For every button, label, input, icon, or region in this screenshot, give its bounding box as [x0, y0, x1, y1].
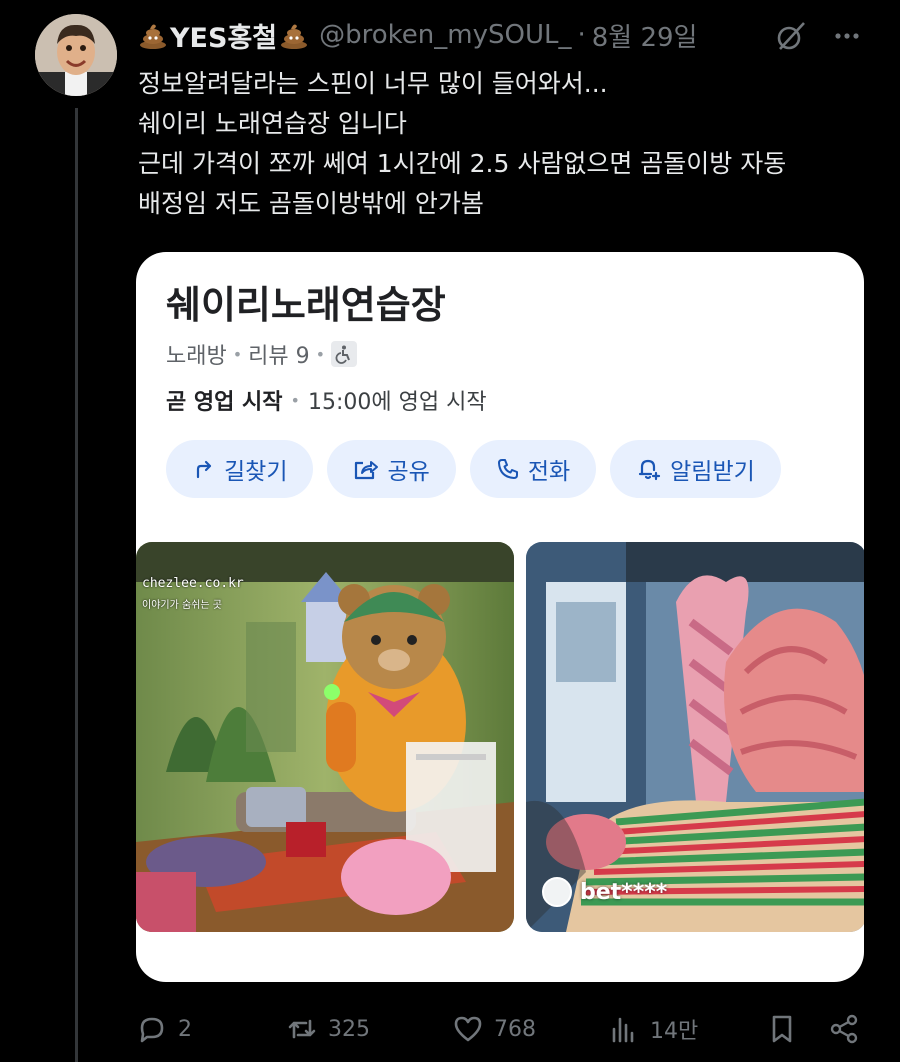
place-actions: 길찾기 공유 전화 알림받기: [166, 440, 781, 498]
engagement-bar: 2 325 768 14만: [136, 1006, 876, 1052]
share-icon: [355, 461, 379, 480]
meta-separator: •: [315, 344, 326, 364]
views-count: 14만: [650, 1019, 699, 1044]
more-icon[interactable]: [830, 19, 864, 53]
directions-icon: [196, 460, 212, 479]
retweet-icon: [288, 1019, 316, 1039]
thread-line: [75, 108, 78, 1062]
place-photo-shell-room[interactable]: bet****: [526, 542, 864, 932]
notify-label: 알림받기: [670, 459, 755, 485]
share-button[interactable]: 공유: [327, 440, 456, 498]
bookmark-icon: [772, 1015, 792, 1043]
call-button[interactable]: 전화: [469, 440, 597, 498]
like-count: 768: [494, 1016, 536, 1042]
poop-emoji-icon: [138, 20, 168, 50]
avatar[interactable]: [35, 14, 117, 96]
share-network-button[interactable]: [828, 1006, 860, 1052]
tweet-header: YES홍철 @broken_mySOUL_ · 8월 29일: [138, 16, 878, 54]
reviewer-name: bet****: [580, 879, 668, 905]
retweet-count: 325: [328, 1016, 370, 1042]
hours-detail: 15:00에 영업 시작: [307, 390, 487, 415]
accessibility-icon: [331, 341, 358, 367]
views-button[interactable]: 14만: [608, 1006, 698, 1052]
separator-dot: ·: [577, 20, 586, 50]
photo-watermark: chezlee.co.kr: [142, 576, 244, 591]
views-icon: [612, 1017, 634, 1043]
tweet-line: 쉐이리 노래연습장 입니다: [138, 109, 407, 138]
photo-reviewer: bet****: [542, 877, 667, 907]
like-button[interactable]: 768: [452, 1006, 536, 1052]
retweet-button[interactable]: 325: [286, 1006, 370, 1052]
meta-separator: •: [232, 344, 243, 364]
tweet-line: 근데 가격이 쪼까 쎄여 1시간에 2.5 사람없으면 곰돌이방 자동: [138, 149, 787, 178]
like-icon: [454, 1016, 482, 1042]
phone-icon: [497, 459, 518, 479]
poop-emoji-icon: [279, 20, 309, 50]
place-title: 쉐이리노래연습장: [166, 283, 446, 327]
user-handle[interactable]: @broken_mySOUL_: [319, 20, 571, 50]
share-label: 공유: [387, 459, 430, 485]
bookmark-button[interactable]: [766, 1006, 798, 1052]
reply-count: 2: [178, 1016, 192, 1042]
directions-label: 길찾기: [224, 459, 288, 485]
directions-button[interactable]: 길찾기: [166, 440, 314, 498]
call-label: 전화: [527, 459, 571, 485]
display-name[interactable]: YES홍철: [170, 16, 277, 55]
tweet-line: 정보알려달라는 스핀이 너무 많이 들어와서...: [138, 69, 608, 98]
photo-watermark-caption: 이야기가 숨쉬는 곳: [142, 600, 222, 611]
meta-separator: •: [290, 390, 300, 410]
tweet-line: 배정임 저도 곰돌이방밖에 안가봄: [138, 189, 484, 218]
hours-status: 곧 영업 시작: [166, 390, 283, 415]
review-count: 리뷰 9: [248, 344, 310, 369]
reply-button[interactable]: 2: [136, 1006, 192, 1052]
place-photo-bear-room[interactable]: chezlee.co.kr 이야기가 숨쉬는 곳: [136, 542, 514, 932]
reply-icon: [140, 1017, 164, 1043]
place-category: 노래방: [166, 344, 227, 369]
grok-icon[interactable]: [774, 19, 808, 53]
timestamp[interactable]: 8월 29일: [592, 17, 698, 54]
tweet-text: 정보알려달라는 스핀이 너무 많이 들어와서... 쉐이리 노래연습장 입니다 …: [138, 64, 878, 224]
notify-button[interactable]: 알림받기: [610, 440, 781, 498]
reviewer-avatar: [542, 877, 572, 907]
place-hours: 곧 영업 시작 • 15:00에 영업 시작: [166, 384, 487, 416]
bell-icon: [639, 459, 661, 481]
share-network-icon: [830, 1014, 858, 1044]
attached-image-place-card[interactable]: 쉐이리노래연습장 노래방 • 리뷰 9 • 곧 영업 시작 • 15:00에 영…: [136, 252, 864, 982]
place-meta: 노래방 • 리뷰 9 •: [166, 338, 358, 370]
